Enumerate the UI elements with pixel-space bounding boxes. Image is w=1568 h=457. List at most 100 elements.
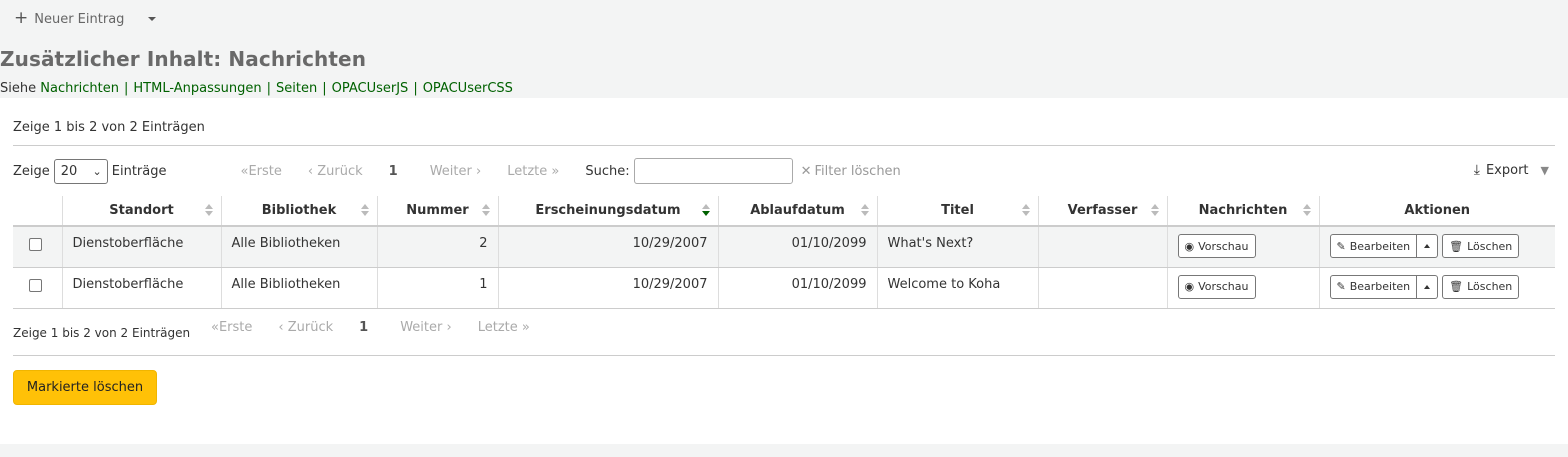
news-table: Standort Bibliothek Nummer Erscheinungsd… <box>13 196 1555 309</box>
pager-last[interactable]: Letzte » <box>507 164 559 179</box>
link-opacusercss[interactable]: OPACUserCSS <box>423 81 513 96</box>
preview-button[interactable]: ◉ Vorschau <box>1177 234 1256 258</box>
column-header-number[interactable]: Nummer <box>376 196 498 227</box>
preview-label: Vorschau <box>1198 280 1249 293</box>
table-row: Dienstoberfläche Alle Bibliotheken 2 10/… <box>13 226 1555 268</box>
column-header-author[interactable]: Verfasser <box>1037 196 1167 227</box>
pager-current[interactable]: 1 <box>359 320 368 335</box>
edit-button[interactable]: ✎ Bearbeiten <box>1329 234 1418 258</box>
pager-first-label: Erste <box>248 163 282 179</box>
export-label: Export <box>1485 162 1529 178</box>
actions-cell: ✎ Bearbeiten 🗑 Löschen <box>1318 226 1555 268</box>
preview-button[interactable]: ◉ Vorschau <box>1177 274 1256 299</box>
pager-top: «Erste ‹ Zurück 1 Weiter › Letzte » <box>241 164 586 179</box>
entries-label: Einträge <box>111 163 167 179</box>
trash-icon: 🗑 <box>1449 280 1464 293</box>
edit-label: Bearbeiten <box>1349 280 1411 293</box>
title-cell: Welcome to Koha <box>876 267 1038 309</box>
clear-filter-label: Filter löschen <box>814 163 901 179</box>
header-label: Standort <box>109 203 174 218</box>
toolbar: + Neuer Eintrag <box>0 0 1568 38</box>
edit-dropdown-toggle[interactable] <box>1417 274 1439 299</box>
sort-desc-icon <box>701 204 710 216</box>
clear-filter-button[interactable]: ✕ Filter löschen <box>801 164 901 179</box>
caret-up-icon <box>1424 244 1431 248</box>
delete-selected-button[interactable]: Markierte löschen <box>13 370 157 405</box>
library-cell: Alle Bibliotheken <box>220 267 377 309</box>
pager-prev-label: Zurück <box>317 163 363 179</box>
pager-next-label: Weiter <box>429 163 472 179</box>
select-cell <box>13 267 62 309</box>
header-label: Ablaufdatum <box>750 203 845 218</box>
pager-prev-label: Zurück <box>287 320 334 335</box>
title-cell: What's Next? <box>876 226 1038 268</box>
pager-next[interactable]: Weiter › <box>430 164 482 179</box>
table-controls: Zeige 20 ⌄ Einträge «Erste ‹ Zurück 1 We… <box>13 158 1555 184</box>
published-cell: 10/29/2007 <box>497 226 718 268</box>
new-entry-dropdown-caret-icon[interactable] <box>148 17 157 21</box>
divider <box>13 145 1555 146</box>
edit-dropdown-toggle[interactable] <box>1417 234 1439 258</box>
pager-first[interactable]: «Erste <box>241 164 282 179</box>
pager-next[interactable]: Weiter › <box>400 320 452 335</box>
new-entry-button[interactable]: + Neuer Eintrag <box>14 7 124 28</box>
pager-last-label: Letzte <box>477 320 518 335</box>
column-header-news[interactable]: Nachrichten <box>1166 196 1319 227</box>
column-header-expires[interactable]: Ablaufdatum <box>717 196 877 227</box>
edit-label: Bearbeiten <box>1349 239 1411 253</box>
page-length-select[interactable]: 20 ⌄ <box>53 158 108 184</box>
page-title: Zusätzlicher Inhalt: Nachrichten <box>0 47 367 71</box>
divider <box>13 355 1555 356</box>
row-checkbox[interactable] <box>29 238 42 251</box>
download-icon: ⤓ <box>1473 162 1480 178</box>
pager-last-label: Letzte <box>507 163 548 179</box>
pager-first[interactable]: «Erste <box>211 320 252 335</box>
delete-button[interactable]: 🗑 Löschen <box>1442 234 1520 258</box>
select-cell <box>13 226 62 268</box>
location-cell: Dienstoberfläche <box>61 267 221 309</box>
pager-current[interactable]: 1 <box>389 164 398 179</box>
published-cell: 10/29/2007 <box>497 267 718 309</box>
number-cell: 1 <box>376 267 498 309</box>
sort-icon <box>860 204 869 216</box>
chevron-down-icon: ⌄ <box>92 164 102 178</box>
pager-last[interactable]: Letzte » <box>478 320 530 335</box>
export-button[interactable]: ⤓ Export ▼ <box>1474 162 1549 178</box>
pencil-icon: ✎ <box>1336 280 1346 293</box>
pager-bottom: «Erste ‹ Zurück 1 Weiter › Letzte » <box>211 320 556 335</box>
table-info-top: Zeige 1 bis 2 von 2 Einträgen <box>13 120 205 135</box>
sort-icon <box>204 204 213 216</box>
column-header-library[interactable]: Bibliothek <box>220 196 377 227</box>
search-label: Suche: <box>585 163 630 179</box>
search-input[interactable] <box>633 158 793 184</box>
link-news[interactable]: Nachrichten <box>40 81 119 96</box>
pager-prev[interactable]: ‹ Zurück <box>308 164 363 179</box>
sort-icon <box>1021 204 1030 216</box>
header-label: Erscheinungsdatum <box>535 203 681 218</box>
table-info-bottom: Zeige 1 bis 2 von 2 Einträgen <box>13 326 191 340</box>
link-html-customizations[interactable]: HTML-Anpassungen <box>133 81 261 96</box>
row-checkbox[interactable] <box>29 278 42 292</box>
select-column-header <box>13 196 62 227</box>
pencil-icon: ✎ <box>1336 239 1346 253</box>
page-length-value: 20 <box>60 163 78 179</box>
delete-button[interactable]: 🗑 Löschen <box>1442 274 1520 299</box>
caret-up-icon <box>1424 284 1431 289</box>
number-cell: 2 <box>376 226 498 268</box>
column-header-title[interactable]: Titel <box>876 196 1038 227</box>
pager-prev[interactable]: ‹ Zurück <box>278 320 333 335</box>
header-label: Titel <box>941 203 974 218</box>
link-pages[interactable]: Seiten <box>276 81 317 96</box>
sort-icon <box>1150 204 1159 216</box>
plus-icon: + <box>14 7 29 28</box>
eye-icon: ◉ <box>1184 280 1195 293</box>
author-cell <box>1037 267 1167 309</box>
location-cell: Dienstoberfläche <box>61 226 221 268</box>
pager-next-label: Weiter <box>400 320 443 335</box>
column-header-published[interactable]: Erscheinungsdatum <box>497 196 718 227</box>
edit-button[interactable]: ✎ Bearbeiten <box>1329 274 1418 299</box>
column-header-location[interactable]: Standort <box>61 196 221 227</box>
link-opacuserjs[interactable]: OPACUserJS <box>332 81 409 96</box>
sort-icon <box>360 204 369 216</box>
pager-first-label: Erste <box>218 320 253 335</box>
